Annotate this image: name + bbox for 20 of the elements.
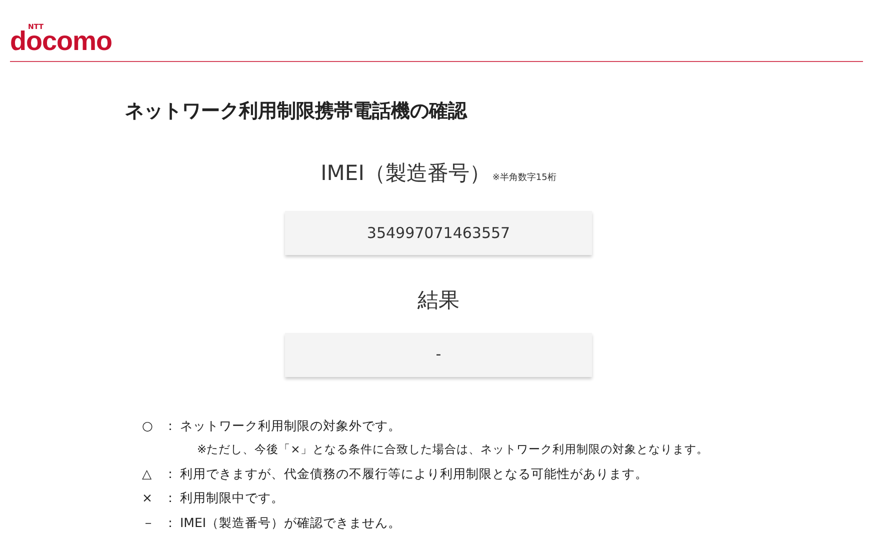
imei-note: ※半角数字15桁 (492, 172, 556, 184)
legend-colon: ： (164, 464, 178, 482)
page-title: ネットワーク利用制限携帯電話機の確認 (125, 99, 468, 124)
legend-text: IMEI（製造番号）が確認できません。 (180, 514, 402, 532)
legend-colon: ： (164, 416, 178, 434)
legend-text: 利用できますが、代金債務の不履行等により利用制限となる可能性があります。 (180, 464, 648, 482)
result-value-field: - (285, 332, 592, 376)
legend-symbol: × (142, 489, 154, 508)
legend-symbol: － (142, 514, 156, 532)
legend-note: ※ただし、今後「×」となる条件に合致した場合は、ネットワーク利用制限の対象となります。 (197, 441, 710, 458)
legend-symbol: ○ (142, 416, 154, 434)
legend-colon: ： (164, 514, 178, 532)
imei-value-field: 354997071463557 (285, 211, 592, 255)
legend-colon: ： (164, 489, 178, 508)
result-label: 結果 (418, 287, 460, 314)
legend-symbol: △ (142, 464, 153, 482)
imei-label: IMEI（製造番号） (320, 160, 490, 186)
legend-text: 利用制限中です。 (180, 489, 284, 508)
logo-text: docomo (10, 28, 112, 55)
legend-text: ネットワーク利用制限の対象外です。 (180, 416, 401, 434)
